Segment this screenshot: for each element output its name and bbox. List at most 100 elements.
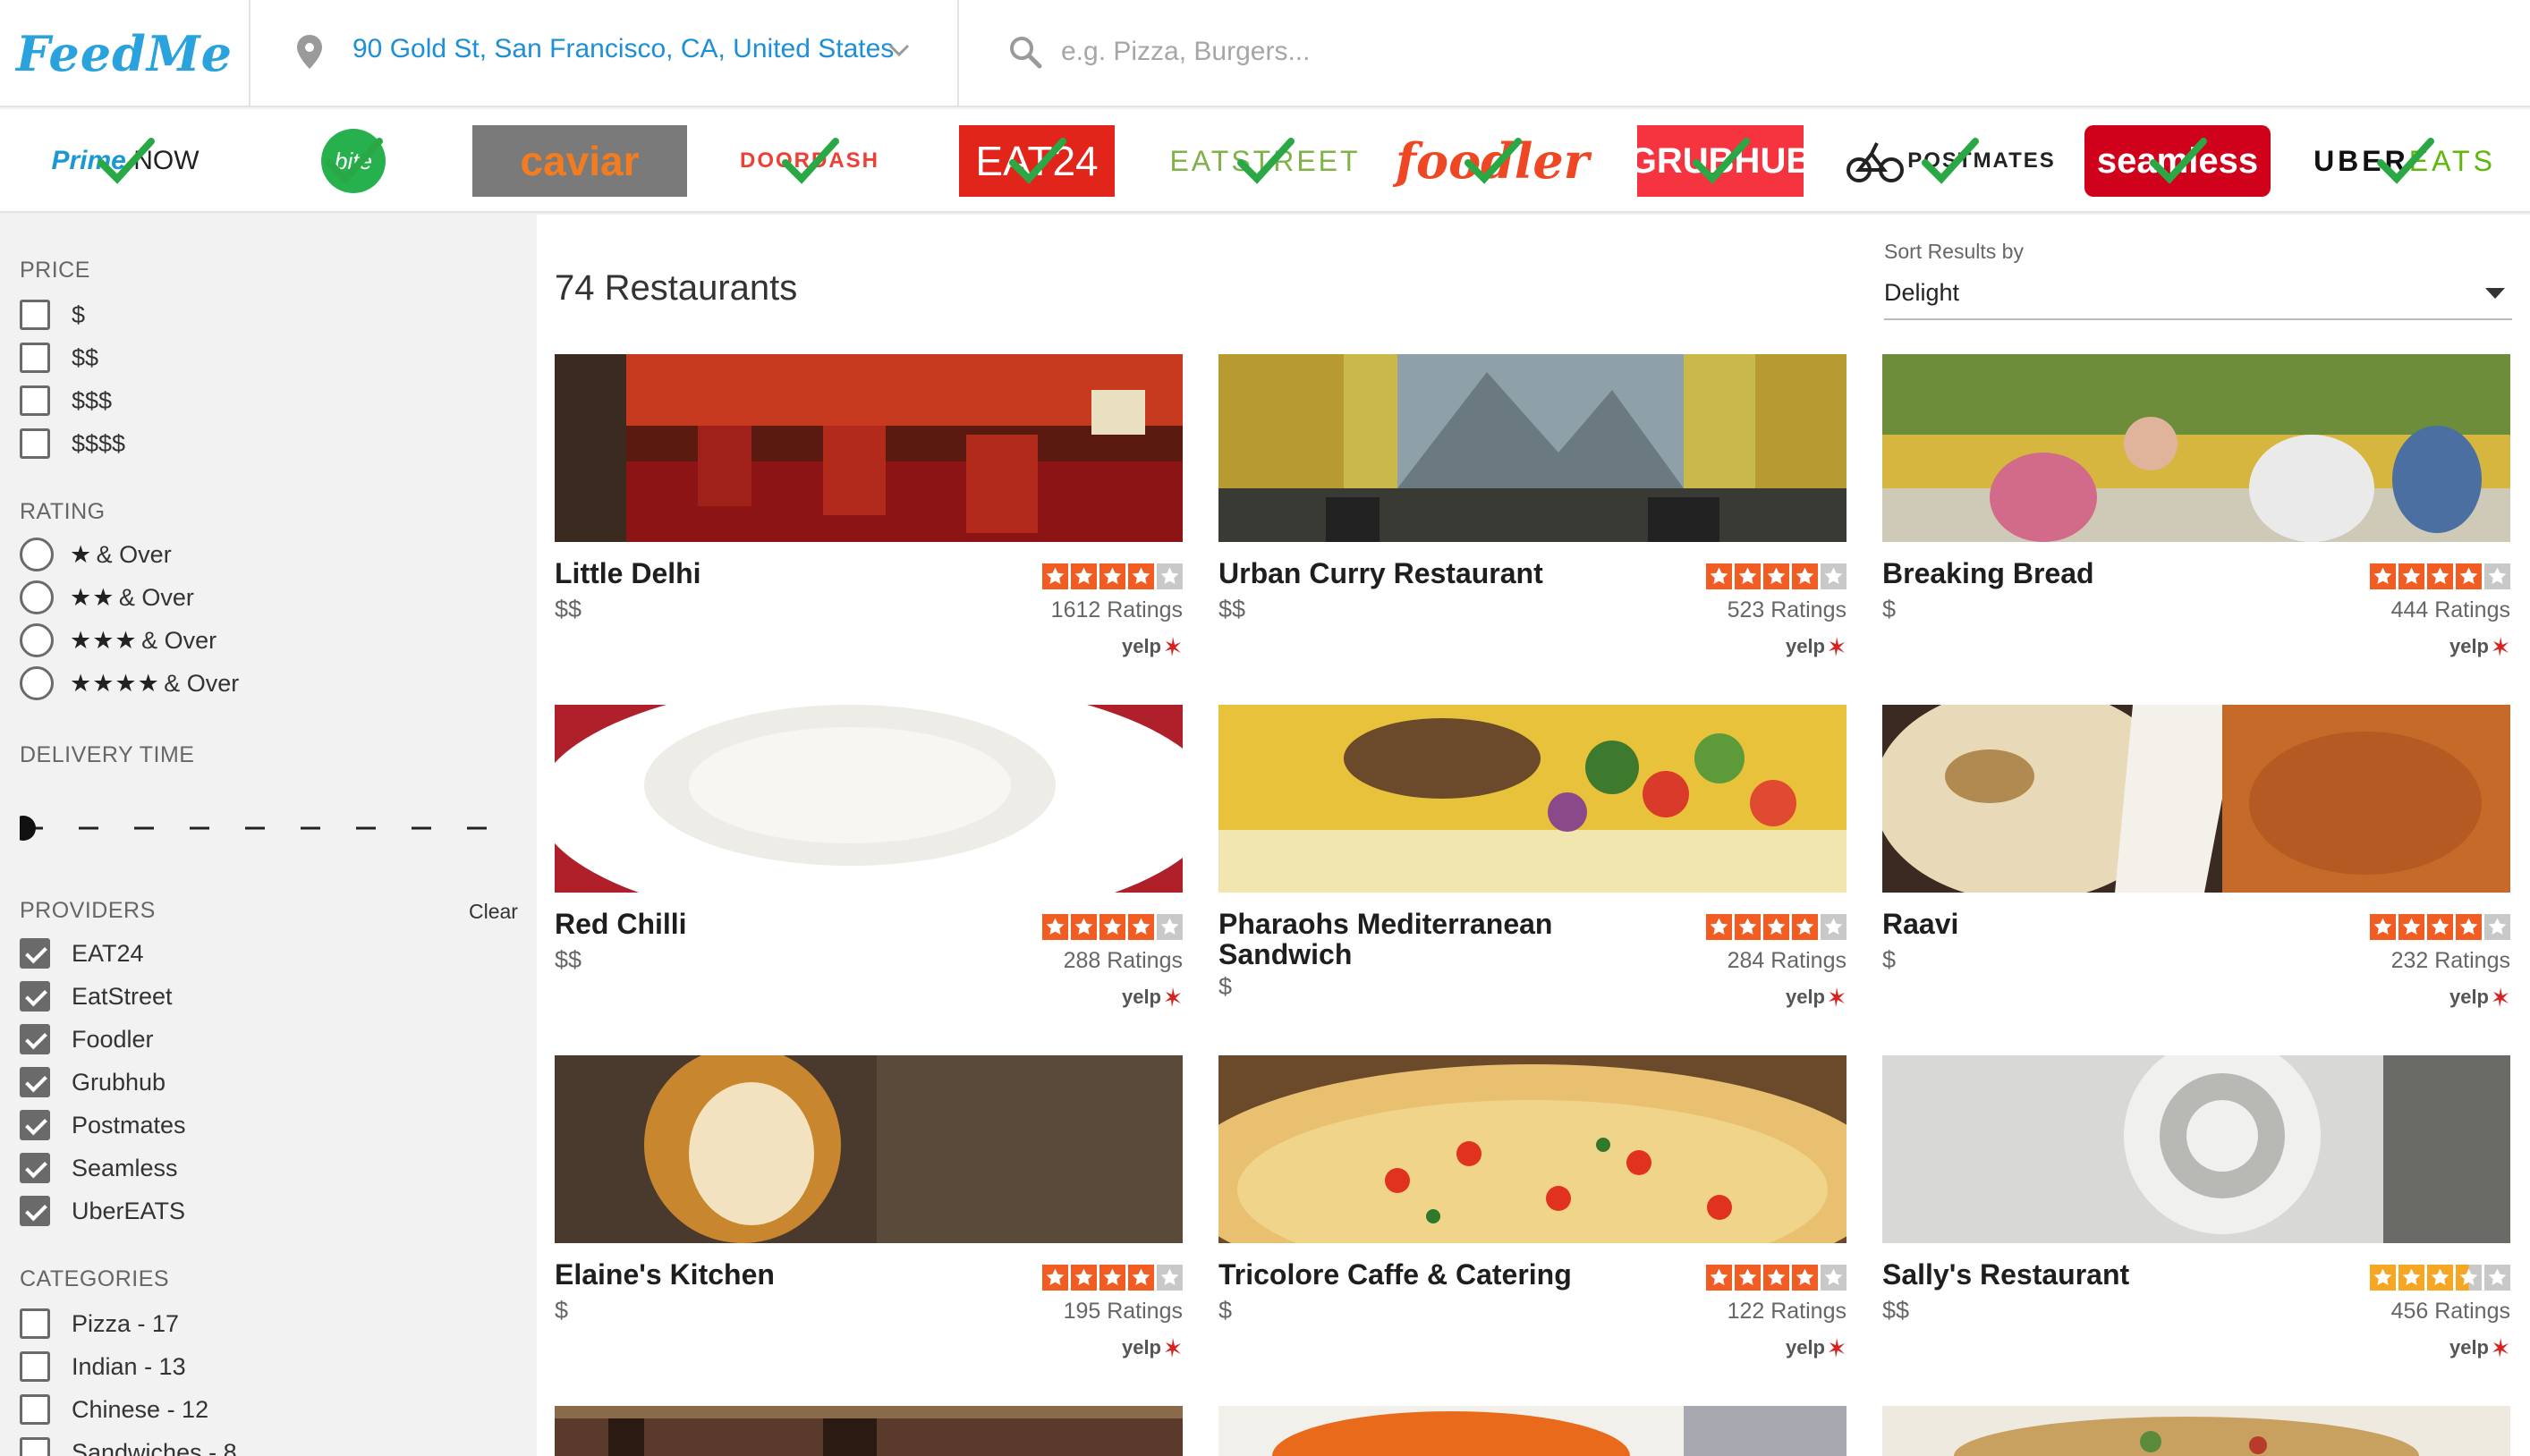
search-input[interactable] <box>1061 27 2403 77</box>
category-checkbox[interactable] <box>20 1351 50 1382</box>
restaurant-card[interactable]: Elaine's Kitchen $ 195 Ratings yelp <box>555 1055 1183 1395</box>
provider-option[interactable]: UberEATS <box>20 1193 185 1229</box>
restaurant-name[interactable]: Breaking Bread <box>1882 558 2330 588</box>
provider-checkbox[interactable] <box>20 1153 50 1183</box>
chevron-down-icon[interactable] <box>887 41 911 59</box>
price-option[interactable]: $ <box>20 297 85 333</box>
restaurant-photo[interactable] <box>1218 705 1847 893</box>
price-option[interactable]: $$$ <box>20 383 112 419</box>
delivery-time-title: DELIVERY TIME <box>20 742 195 767</box>
rating-option[interactable]: ★★ & Over <box>20 580 194 615</box>
rating-radio[interactable] <box>20 666 54 700</box>
clear-providers-button[interactable]: Clear <box>469 900 518 924</box>
category-option[interactable]: Sandwiches - 8 <box>20 1435 237 1456</box>
restaurant-card[interactable]: Breaking Bread $ 444 Ratings yelp <box>1882 354 2510 694</box>
restaurant-photo[interactable] <box>555 705 1183 893</box>
category-checkbox[interactable] <box>20 1308 50 1339</box>
provider-logo-postmates[interactable]: POSTMATES <box>1838 125 2061 197</box>
restaurant-photo[interactable] <box>1218 1406 1847 1456</box>
rating-radio[interactable] <box>20 580 54 614</box>
restaurant-photo[interactable] <box>1882 1406 2510 1456</box>
price-checkbox[interactable] <box>20 343 50 373</box>
provider-checkbox[interactable] <box>20 1196 50 1226</box>
provider-option[interactable]: Seamless <box>20 1150 178 1186</box>
provider-option[interactable]: EAT24 <box>20 935 144 971</box>
restaurant-name[interactable]: Elaine's Kitchen <box>555 1259 1002 1290</box>
provider-checkbox[interactable] <box>20 938 50 969</box>
restaurant-card[interactable]: Urban Curry Restaurant $$ 523 Ratings ye… <box>1218 354 1847 694</box>
price-checkbox[interactable] <box>20 385 50 416</box>
location-selector[interactable]: 90 Gold St, San Francisco, CA, United St… <box>252 0 959 107</box>
rating-star-icon <box>1821 563 1847 589</box>
logo-area[interactable]: FeedMe <box>0 0 250 107</box>
price-option[interactable]: $$ <box>20 340 98 376</box>
category-option[interactable]: Pizza - 17 <box>20 1306 179 1342</box>
rating-option[interactable]: ★★★ & Over <box>20 622 216 658</box>
restaurant-name[interactable]: Urban Curry Restaurant <box>1218 558 1666 588</box>
price-checkbox[interactable] <box>20 428 50 459</box>
restaurant-photo[interactable] <box>1882 1055 2510 1243</box>
provider-logo-seamless[interactable]: seamless <box>2084 125 2271 197</box>
rating-option[interactable]: ★ & Over <box>20 537 172 572</box>
restaurant-photo[interactable] <box>555 1055 1183 1243</box>
restaurant-card[interactable] <box>1882 1406 2510 1456</box>
rating-count: 232 Ratings <box>2390 948 2510 973</box>
restaurant-photo[interactable] <box>1882 354 2510 542</box>
rating-count: 1612 Ratings <box>1050 597 1183 622</box>
restaurant-card[interactable]: Sally's Restaurant $$ 456 Ratings yelp <box>1882 1055 2510 1395</box>
provider-option[interactable]: Postmates <box>20 1107 186 1143</box>
provider-checkbox[interactable] <box>20 1110 50 1140</box>
category-option[interactable]: Indian - 13 <box>20 1349 186 1384</box>
restaurant-photo[interactable] <box>555 1406 1183 1456</box>
provider-checkbox[interactable] <box>20 981 50 1012</box>
restaurant-photo[interactable] <box>1218 1055 1847 1243</box>
restaurant-name[interactable]: Tricolore Caffe & Catering <box>1218 1259 1666 1290</box>
provider-logo-eatstreet[interactable]: EATSTREET <box>1161 125 1369 197</box>
provider-logo-foodler[interactable]: foodler <box>1388 125 1596 197</box>
restaurant-card[interactable]: Raavi $ 232 Ratings yelp <box>1882 705 2510 1045</box>
category-option[interactable]: Chinese - 12 <box>20 1392 208 1427</box>
restaurant-card[interactable]: Red Chilli $$ 288 Ratings yelp <box>555 705 1183 1045</box>
restaurant-name[interactable]: Sally's Restaurant <box>1882 1259 2330 1290</box>
restaurant-card[interactable]: Pharaohs Mediterranean Sandwich $ 284 Ra… <box>1218 705 1847 1045</box>
yelp-logo: yelp <box>1786 986 1847 1009</box>
price-checkbox[interactable] <box>20 300 50 330</box>
restaurant-photo[interactable] <box>1218 354 1847 542</box>
provider-checkbox[interactable] <box>20 1024 50 1054</box>
restaurant-card[interactable] <box>555 1406 1183 1456</box>
restaurant-card[interactable]: Little Delhi $$ 1612 Ratings yelp <box>555 354 1183 694</box>
provider-logo-ubereats[interactable]: UBER EATS <box>2299 125 2510 197</box>
provider-checkbox[interactable] <box>20 1067 50 1097</box>
provider-logo-primenow[interactable]: Prime NOW <box>36 125 215 197</box>
restaurant-card[interactable] <box>1218 1406 1847 1456</box>
rating-radio[interactable] <box>20 623 54 657</box>
category-checkbox[interactable] <box>20 1437 50 1456</box>
delivery-time-slider[interactable] <box>20 810 524 846</box>
category-checkbox[interactable] <box>20 1394 50 1425</box>
rating-star-icon <box>2456 914 2482 940</box>
restaurant-price: $$ <box>555 946 582 973</box>
restaurant-photo[interactable] <box>1882 705 2510 893</box>
restaurant-name[interactable]: Raavi <box>1882 909 2330 939</box>
provider-option[interactable]: Foodler <box>20 1021 154 1057</box>
rating-radio[interactable] <box>20 538 54 571</box>
restaurant-name[interactable]: Red Chilli <box>555 909 1002 939</box>
restaurant-name[interactable]: Little Delhi <box>555 558 1002 588</box>
restaurant-card[interactable]: Tricolore Caffe & Catering $ 122 Ratings… <box>1218 1055 1847 1395</box>
yelp-burst-icon <box>1829 1338 1845 1358</box>
provider-option[interactable]: EatStreet <box>20 978 173 1014</box>
provider-logo-eat24[interactable]: EAT24 <box>959 125 1115 197</box>
provider-logo-bitesquad[interactable]: bite <box>304 125 403 197</box>
provider-logo-grubhub[interactable]: GRUBHUB <box>1629 125 1812 197</box>
rating-star-icon <box>1099 914 1125 940</box>
restaurant-name[interactable]: Pharaohs Mediterranean Sandwich <box>1218 909 1666 969</box>
provider-logo-caviar[interactable]: caviar <box>472 125 687 197</box>
location-text[interactable]: 90 Gold St, San Francisco, CA, United St… <box>352 34 894 64</box>
price-option[interactable]: $$$$ <box>20 426 125 461</box>
sort-dropdown[interactable]: Delight <box>1884 267 2512 320</box>
restaurant-photo[interactable] <box>555 354 1183 542</box>
rating-option[interactable]: ★★★★ & Over <box>20 665 239 701</box>
logo[interactable]: FeedMe <box>16 25 233 82</box>
provider-option[interactable]: Grubhub <box>20 1064 166 1100</box>
provider-logo-doordash[interactable]: DOORDASH <box>734 125 886 197</box>
